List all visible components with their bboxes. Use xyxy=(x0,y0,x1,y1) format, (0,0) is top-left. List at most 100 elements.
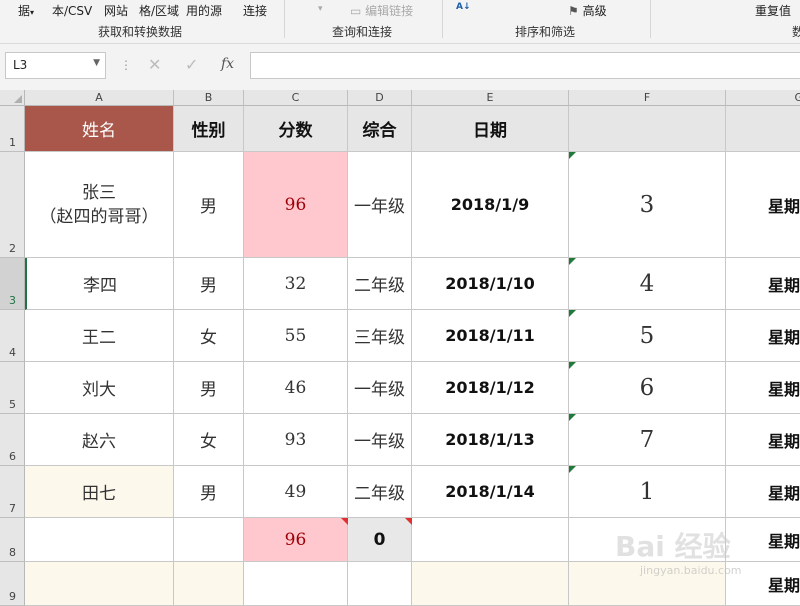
cell-b1-header-gender[interactable]: 性别 xyxy=(174,106,244,152)
column-header-a[interactable]: A xyxy=(25,90,174,106)
cell-c5-score[interactable]: 46 xyxy=(244,362,348,414)
cell-a6-name[interactable]: 赵六 xyxy=(25,414,174,466)
row-header-4[interactable]: 4 xyxy=(0,310,25,362)
row-header-7[interactable]: 7 xyxy=(0,466,25,518)
cell-c6-score[interactable]: 93 xyxy=(244,414,348,466)
row-header-6[interactable]: 6 xyxy=(0,414,25,466)
cell-d2-grade[interactable]: 一年级 xyxy=(348,152,412,258)
row-header-5[interactable]: 5 xyxy=(0,362,25,414)
cell-c7-score[interactable]: 49 xyxy=(244,466,348,518)
row-header-8[interactable]: 8 xyxy=(0,518,25,562)
cell-e4-date[interactable]: 2018/1/11 xyxy=(412,310,569,362)
cell-e9[interactable] xyxy=(412,562,569,606)
cell-a1-header-name[interactable]: 姓名 xyxy=(25,106,174,152)
cell-e8[interactable] xyxy=(412,518,569,562)
cell-f7-number[interactable]: 1 xyxy=(569,466,726,518)
cell-b7-gender[interactable]: 男 xyxy=(174,466,244,518)
filter-icon: ⚑ xyxy=(568,4,579,18)
cell-g6-weekday[interactable]: 星期 xyxy=(726,414,800,466)
cell-g1[interactable] xyxy=(726,106,800,152)
cell-c3-score[interactable]: 32 xyxy=(244,258,348,310)
cell-g2-weekday[interactable]: 星期 xyxy=(726,152,800,258)
cell-g7-weekday[interactable]: 星期 xyxy=(726,466,800,518)
select-all-corner[interactable] xyxy=(0,90,25,106)
row-header-1[interactable]: 1 xyxy=(0,106,25,152)
formula-bar-grip-icon[interactable]: ⋮ xyxy=(120,58,132,72)
name-box[interactable]: L3 ▼ xyxy=(5,52,106,79)
cell-c2-score[interactable]: 96 xyxy=(244,152,348,258)
cell-a4-name[interactable]: 王二 xyxy=(25,310,174,362)
cell-a7-name[interactable]: 田七 xyxy=(25,466,174,518)
cell-b8[interactable] xyxy=(174,518,244,562)
column-header-c[interactable]: C xyxy=(244,90,348,106)
cell-e7-date[interactable]: 2018/1/14 xyxy=(412,466,569,518)
cell-b2-gender[interactable]: 男 xyxy=(174,152,244,258)
column-header-e[interactable]: E xyxy=(412,90,569,106)
cell-f6-number[interactable]: 7 xyxy=(569,414,726,466)
cell-a8[interactable] xyxy=(25,518,174,562)
remove-duplicates-button[interactable]: 重复值 xyxy=(755,2,791,19)
cell-d6-grade[interactable]: 一年级 xyxy=(348,414,412,466)
cell-b4-gender[interactable]: 女 xyxy=(174,310,244,362)
from-web-button[interactable]: 网站 xyxy=(104,2,128,19)
cell-b3-gender[interactable]: 男 xyxy=(174,258,244,310)
cell-f5-number[interactable]: 6 xyxy=(569,362,726,414)
advanced-filter-button[interactable]: ⚑ 高级 xyxy=(568,2,607,19)
cell-a9[interactable] xyxy=(25,562,174,606)
cell-a5-name[interactable]: 刘大 xyxy=(25,362,174,414)
cell-d8-summary[interactable]: 0 xyxy=(348,518,412,562)
cell-g3-weekday[interactable]: 星期 xyxy=(726,258,800,310)
cell-e1-header-date[interactable]: 日期 xyxy=(412,106,569,152)
cell-d9[interactable] xyxy=(348,562,412,606)
cell-f1[interactable] xyxy=(569,106,726,152)
from-text-csv-button[interactable]: 本/CSV xyxy=(52,2,92,19)
enter-icon[interactable]: ✓ xyxy=(185,55,198,74)
from-table-range-button[interactable]: 格/区域 xyxy=(139,2,179,19)
existing-connections-button[interactable]: 连接 xyxy=(243,2,267,19)
cell-d7-grade[interactable]: 二年级 xyxy=(348,466,412,518)
number-as-text-indicator-icon xyxy=(569,310,576,317)
row-header-9[interactable]: 9 xyxy=(0,562,25,606)
cell-e6-date[interactable]: 2018/1/13 xyxy=(412,414,569,466)
refresh-dropdown-icon[interactable]: ▾ xyxy=(318,4,323,14)
cell-b6-gender[interactable]: 女 xyxy=(174,414,244,466)
cell-a3-name[interactable]: 李四 xyxy=(25,258,174,310)
cell-a2-name[interactable]: 张三 （赵四的哥哥） xyxy=(25,152,174,258)
cell-c4-score[interactable]: 55 xyxy=(244,310,348,362)
cell-d5-grade[interactable]: 一年级 xyxy=(348,362,412,414)
cell-g4-weekday[interactable]: 星期 xyxy=(726,310,800,362)
cell-e2-date[interactable]: 2018/1/9 xyxy=(412,152,569,258)
baidu-watermark-url: jingyan.baidu.com xyxy=(640,564,742,577)
comment-indicator-icon xyxy=(405,518,412,525)
column-header-g[interactable]: G xyxy=(726,90,800,106)
sort-icon[interactable]: A↓ xyxy=(456,2,471,12)
formula-input[interactable] xyxy=(250,52,800,79)
cell-g8-weekday[interactable]: 星期 xyxy=(726,518,800,562)
cell-f2-number[interactable]: 3 xyxy=(569,152,726,258)
cell-c9[interactable] xyxy=(244,562,348,606)
cell-d1-header-summary[interactable]: 综合 xyxy=(348,106,412,152)
insert-function-icon[interactable]: fx xyxy=(221,56,234,72)
cell-d3-grade[interactable]: 二年级 xyxy=(348,258,412,310)
cell-e3-date[interactable]: 2018/1/10 xyxy=(412,258,569,310)
cancel-icon[interactable]: ✕ xyxy=(148,55,161,74)
edit-links-button[interactable]: ▭ 编辑链接 xyxy=(350,2,413,19)
column-header-f[interactable]: F xyxy=(569,90,726,106)
column-header-d[interactable]: D xyxy=(348,90,412,106)
cell-b5-gender[interactable]: 男 xyxy=(174,362,244,414)
cell-f3-number[interactable]: 4 xyxy=(569,258,726,310)
row-header-2[interactable]: 2 xyxy=(0,152,25,258)
cell-c8-max-score[interactable]: 96 xyxy=(244,518,348,562)
cell-e5-date[interactable]: 2018/1/12 xyxy=(412,362,569,414)
get-data-button[interactable]: 据▾ xyxy=(18,2,34,19)
recent-sources-button[interactable]: 用的源 xyxy=(186,2,222,19)
row-header-3[interactable]: 3 xyxy=(0,258,25,310)
column-header-b[interactable]: B xyxy=(174,90,244,106)
cell-f4-number[interactable]: 5 xyxy=(569,310,726,362)
cell-b9[interactable] xyxy=(174,562,244,606)
cell-d4-grade[interactable]: 三年级 xyxy=(348,310,412,362)
cell-g5-weekday[interactable]: 星期 xyxy=(726,362,800,414)
cell-c1-header-score[interactable]: 分数 xyxy=(244,106,348,152)
ribbon: 据▾ 本/CSV 网站 格/区域 用的源 连接 ▾ ▭ 编辑链接 A↓ ⚑ 高级… xyxy=(0,0,800,44)
chevron-down-icon[interactable]: ▼ xyxy=(93,58,100,68)
